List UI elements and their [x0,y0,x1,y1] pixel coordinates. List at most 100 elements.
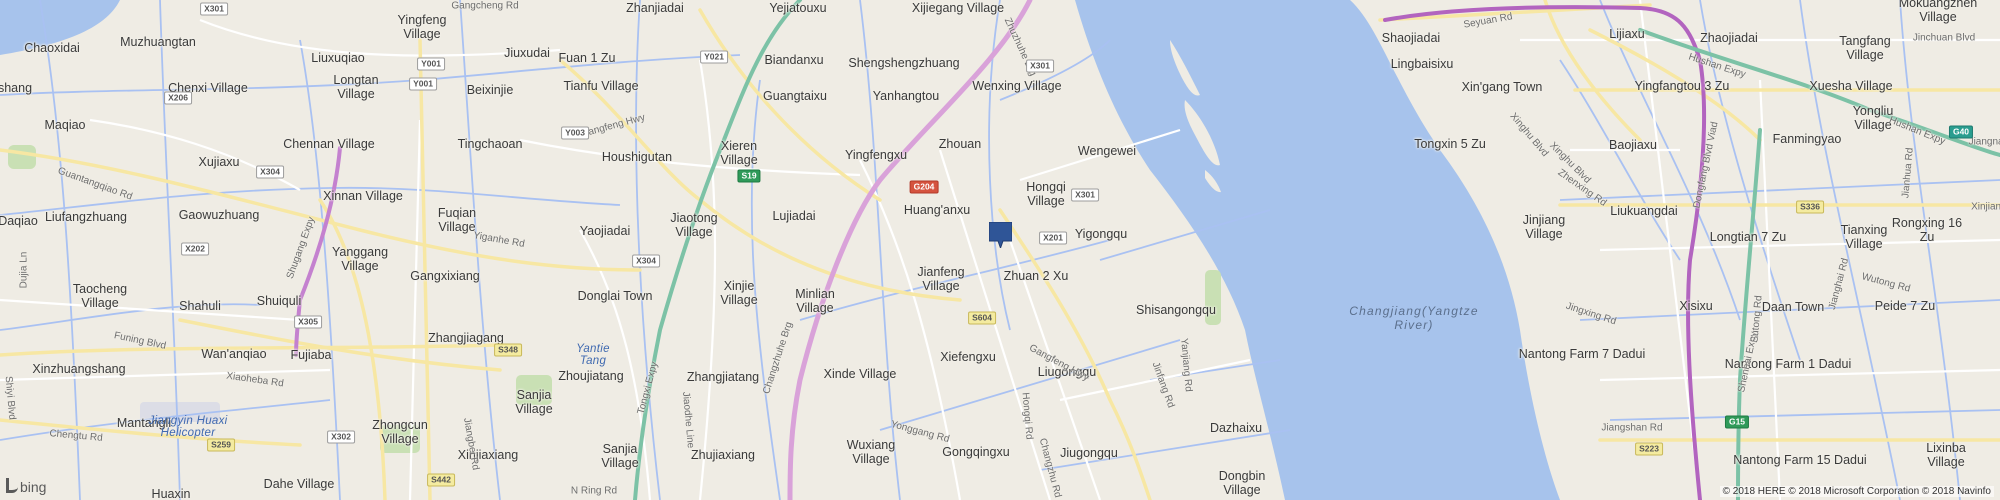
place-label: Sanjia Village [515,388,553,416]
place-label: Yaojiadai [579,224,631,238]
route-shield: Y001 [409,77,437,91]
route-shield: S19 [737,169,761,183]
place-label: Muzhuangtan [120,35,196,49]
place-label: Nantong Farm 15 Dadui [1733,453,1867,467]
place-label: Xinzhuangshang [32,362,126,376]
place-label: Dahe Village [263,477,335,491]
place-label: Donglai Town [577,289,653,303]
place-label: Chennan Village [283,137,375,151]
place-label: Guangtaixu [763,89,827,103]
route-shield: X202 [181,242,209,256]
place-label: Xinde Village [823,367,897,381]
place-label: Yigongqu [1074,227,1128,241]
place-label: Zhanjiadai [626,1,684,15]
route-shield: Y003 [561,126,589,140]
bing-logo[interactable]: bing [6,478,46,495]
route-shield: G204 [909,180,939,194]
place-label: Xieren Village [720,139,758,167]
park-area [8,145,36,169]
place-label: Liukuangdai [1610,204,1678,218]
place-label: Jiuxudai [504,46,550,60]
place-label: Tongxin 5 Zu [1414,137,1486,151]
road-label: Xinjiang Blvd [1971,201,2000,213]
route-shield: S604 [968,311,996,325]
place-label: Tianxing Village [1840,223,1888,251]
place-label: Chaoxidai [24,41,80,55]
place-label: Yongliu Village [1852,104,1894,132]
place-label: Lingbaisixu [1390,57,1454,71]
place-label: Taocheng Village [72,282,128,310]
place-label: Baojiaxu [1609,138,1657,152]
place-label: Zhoujiatang [558,369,624,383]
place-label: Shaojiadai [1381,31,1441,45]
place-label: Maqiao [44,118,86,132]
place-label: Gaowuzhuang [178,208,260,222]
place-label: shang [0,81,33,95]
route-shield: G40 [1948,125,1974,139]
place-label: Fuqian Village [437,206,477,234]
route-shield: X305 [294,315,322,329]
place-label: Tingchaoan [457,137,523,151]
place-label: Zhujiaxiang [691,448,755,462]
map-canvas[interactable]: Zhanjiadai Yejiatouxu Xijiegang Village Cha… [0,0,2000,500]
place-label: Shahuli [179,299,221,313]
route-shield: X301 [1026,59,1054,73]
place-label: Tangfang Village [1839,34,1891,62]
place-label: Tianfu Village [563,79,639,93]
route-shield: S223 [1635,442,1663,456]
road-label: Jiangnan Blvd [1968,136,2000,148]
route-shield: G15 [1724,415,1750,429]
place-label: Gangxixiang [410,269,480,283]
water-label: Changjiang(Yangtze River) [1349,304,1479,332]
place-label: Fuan 1 Zu [558,51,616,65]
place-label: Xisixu [1679,299,1713,313]
road-label: N Ring Rd [570,485,618,497]
bing-logo-icon [6,478,18,493]
place-label: Wuxiang Village [846,438,896,466]
place-label: Gongqingxu [942,445,1010,459]
place-label: Houshigutan [601,150,673,164]
place-label: Sanjia Village [601,442,639,470]
place-label: Fujiaba [290,348,332,362]
place-label: Xin'gang Town [1461,80,1543,94]
route-shield: X301 [1071,188,1099,202]
place-label: Beixinjie [466,83,514,97]
place-label: Biandanxu [764,53,824,67]
place-label: Jinjiang Village [1522,213,1566,241]
place-label: Zhouan [938,137,982,151]
place-label: Jianfeng Village [917,265,965,293]
place-label: Shisangongqu [1136,303,1216,317]
place-label: Yingfeng Village [397,13,447,41]
place-label: Longtan Village [333,73,379,101]
place-label: Fanmingyao [1772,132,1842,146]
route-shield: X201 [1039,231,1067,245]
place-label: Zhaojiadai [1700,31,1758,45]
copyright-notice: © 2018 HERE © 2018 Microsoft Corporation… [1719,486,1994,497]
place-label: Mokuangzhen Village [1898,0,1978,24]
place-label: Shengshengzhuang [848,56,960,70]
place-label: Nantong Farm 7 Dadui [1518,347,1646,361]
route-shield: S336 [1796,200,1824,214]
place-label: Wengewei [1077,144,1137,158]
place-label: Huaxin [151,487,191,500]
place-label: Zhongcun Village [372,418,428,446]
route-shield: X304 [632,254,660,268]
place-label: Peide 7 Zu [1874,299,1936,313]
place-label: Liuxuqiao [311,51,365,65]
place-label: Huang'anxu [903,203,971,217]
road-label: Jiangshan Rd [1601,422,1663,434]
road-label: Jinchuan Blvd [1912,32,1976,44]
place-label: Lixinba Village [1926,441,1966,469]
place-label: Xinnan Village [323,189,403,203]
road-label: Gangcheng Rd [451,0,519,12]
place-label: Jiugongqu [1060,446,1118,460]
place-label: Yanggang Village [331,245,389,273]
place-label: Dongbin Village [1218,469,1266,497]
route-shield: S442 [427,473,455,487]
place-label: Lijiaxu [1609,27,1645,41]
place-label: Shuiquli [256,294,302,308]
location-pin-icon[interactable] [989,222,1012,248]
place-label: Xiefengxu [940,350,996,364]
place-label: Hongqi Village [1026,180,1066,208]
bing-logo-text: bing [20,479,47,495]
